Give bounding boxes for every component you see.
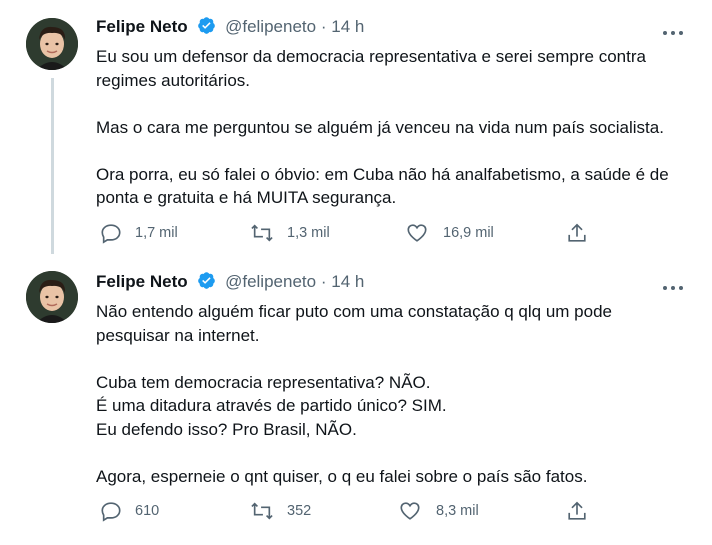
tweet-1[interactable]: Felipe Neto @felipeneto · 14 h Eu sou um… xyxy=(0,0,712,260)
reply-icon xyxy=(101,502,121,522)
tweet-text: Não entendo alguém ficar puto com uma co… xyxy=(96,300,686,488)
retweet-count: 1,3 mil xyxy=(287,225,330,241)
author-name[interactable]: Felipe Neto xyxy=(96,272,188,291)
tweet-text-line: Mas o cara me perguntou se alguém já ven… xyxy=(96,117,664,137)
tweet-text-line: Ora porra, eu só falei o óbvio: em Cuba … xyxy=(96,164,669,184)
tweet-header: Felipe Neto @felipeneto · 14 h xyxy=(96,271,364,295)
reply-button[interactable]: 610 xyxy=(100,500,159,522)
like-button[interactable]: 16,9 mil xyxy=(406,222,494,244)
tweet-text-line: regimes autoritários. xyxy=(96,70,251,90)
retweet-count: 352 xyxy=(287,503,312,519)
author-handle[interactable]: @felipeneto xyxy=(225,272,316,291)
tweet-text-line: Eu defendo isso? Pro Brasil, NÃO. xyxy=(96,419,357,439)
tweet-text-line: Não entendo alguém ficar puto com uma co… xyxy=(96,302,612,321)
like-button[interactable]: 8,3 mil xyxy=(399,500,479,522)
share-button[interactable] xyxy=(566,222,588,244)
author-name[interactable]: Felipe Neto xyxy=(96,17,188,36)
avatar[interactable] xyxy=(26,18,78,70)
tweet-text-line: pesquisar na internet. xyxy=(96,325,260,345)
tweet-header: Felipe Neto @felipeneto · 14 h xyxy=(96,16,364,40)
more-options-icon[interactable] xyxy=(662,23,684,35)
tweet-2[interactable]: Felipe Neto @felipeneto · 14 h Não enten… xyxy=(0,260,712,545)
share-icon xyxy=(568,501,586,520)
like-count: 16,9 mil xyxy=(443,225,494,241)
timestamp[interactable]: 14 h xyxy=(331,17,364,36)
tweet-text-line: Agora, esperneie o qnt quiser, o q eu fa… xyxy=(96,466,588,486)
verified-badge-icon xyxy=(197,271,216,295)
share-button[interactable] xyxy=(566,500,588,522)
avatar-image xyxy=(26,271,78,323)
retweet-button[interactable]: 352 xyxy=(250,500,311,522)
verified-badge-icon xyxy=(197,16,216,40)
tweet-text: Eu sou um defensor da democracia represe… xyxy=(96,45,686,210)
reply-icon xyxy=(101,224,121,244)
author-handle[interactable]: @felipeneto xyxy=(225,17,316,36)
like-count: 8,3 mil xyxy=(436,503,479,519)
heart-icon xyxy=(407,224,427,242)
avatar-image xyxy=(26,18,78,70)
avatar[interactable] xyxy=(26,271,78,323)
retweet-icon xyxy=(251,502,273,520)
timestamp[interactable]: 14 h xyxy=(331,272,364,291)
retweet-icon xyxy=(251,224,273,242)
tweet-text-line: É uma ditadura através de partido único?… xyxy=(96,396,447,415)
heart-icon xyxy=(400,502,420,520)
tweet-actions: 610 352 8,3 mil xyxy=(96,500,596,524)
more-options-icon[interactable] xyxy=(662,278,684,290)
retweet-button[interactable]: 1,3 mil xyxy=(250,222,330,244)
reply-count: 1,7 mil xyxy=(135,225,178,241)
tweet-text-line: ponta e gratuita e há MUITA segurança. xyxy=(96,188,397,207)
separator-dot: · xyxy=(320,17,327,36)
share-icon xyxy=(568,223,586,242)
thread-line xyxy=(51,78,54,254)
reply-button[interactable]: 1,7 mil xyxy=(100,222,178,244)
separator-dot: · xyxy=(320,272,327,291)
reply-count: 610 xyxy=(135,503,160,519)
tweet-actions: 1,7 mil 1,3 mil 16,9 mil xyxy=(96,222,596,246)
tweet-text-line: Cuba tem democracia representativa? NÃO. xyxy=(96,372,431,392)
tweet-text-line: Eu sou um defensor da democracia represe… xyxy=(96,47,646,66)
